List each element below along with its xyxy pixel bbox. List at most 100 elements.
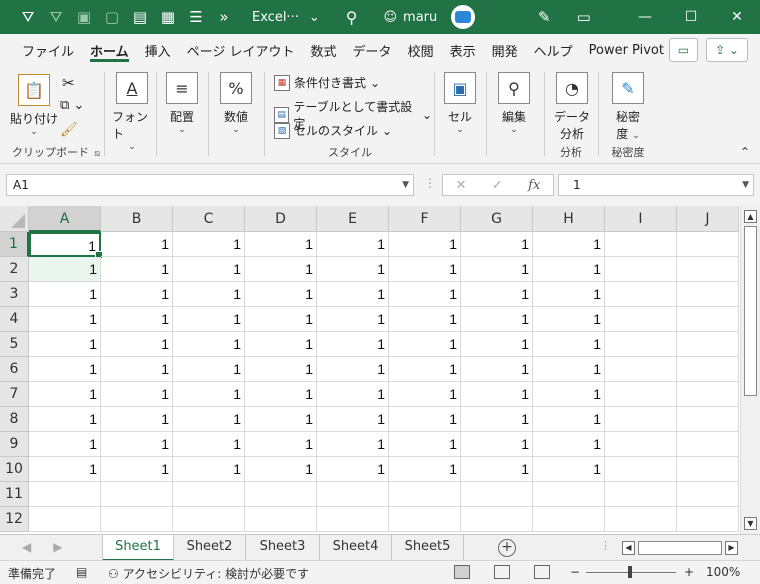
sheet-tab-1[interactable]: Sheet1	[102, 535, 174, 561]
cell-f3[interactable]: 1	[389, 282, 461, 307]
cell-e2[interactable]: 1	[317, 257, 389, 282]
select-all-button[interactable]	[0, 206, 29, 232]
cell-i9[interactable]	[605, 432, 677, 457]
dialog-launcher-icon[interactable]: ⧅	[94, 149, 100, 159]
cell-c8[interactable]: 1	[173, 407, 245, 432]
tab-insert[interactable]: 挿入	[137, 34, 179, 66]
row-header-7[interactable]: 7	[0, 382, 29, 407]
prev-sheet-icon[interactable]: ◀	[22, 540, 31, 554]
cell-f1[interactable]: 1	[389, 232, 461, 257]
cell-i1[interactable]	[605, 232, 677, 257]
scroll-down-icon[interactable]: ▼	[744, 517, 757, 530]
copy-icon[interactable]: ⧉ ⌄	[60, 98, 84, 113]
cancel-icon[interactable]: ✕	[456, 178, 467, 193]
row-header-8[interactable]: 8	[0, 407, 29, 432]
row-header-9[interactable]: 9	[0, 432, 29, 457]
format-painter-icon[interactable]: 🖌	[60, 122, 78, 138]
cell-f2[interactable]: 1	[389, 257, 461, 282]
cell-h4[interactable]: 1	[533, 307, 605, 332]
tab-view[interactable]: 表示	[442, 34, 484, 66]
tab-data[interactable]: データ	[345, 34, 400, 66]
cell-j10[interactable]	[677, 457, 739, 482]
cell-d6[interactable]: 1	[245, 357, 317, 382]
column-header-h[interactable]: H	[533, 206, 605, 232]
add-sheet-button[interactable]: +	[498, 539, 516, 557]
cell-d1[interactable]: 1	[245, 232, 317, 257]
font-button[interactable]: A フォント ⌄	[112, 72, 152, 152]
filter-icon[interactable]: ⛛	[14, 0, 42, 34]
cell-g9[interactable]: 1	[461, 432, 533, 457]
lock-icon[interactable]: ▣	[70, 0, 98, 34]
cut-icon[interactable]: ✂	[62, 74, 75, 92]
cell-g6[interactable]: 1	[461, 357, 533, 382]
cell-e3[interactable]: 1	[317, 282, 389, 307]
tab-review[interactable]: 校閲	[400, 34, 442, 66]
column-header-j[interactable]: J	[677, 206, 739, 232]
row-header-1[interactable]: 1	[0, 232, 29, 257]
cell-d3[interactable]: 1	[245, 282, 317, 307]
accessibility-status[interactable]: ⚇ アクセシビリティ: 検討が必要です	[108, 565, 309, 582]
cell-f12[interactable]	[389, 507, 461, 532]
cell-b6[interactable]: 1	[101, 357, 173, 382]
cell-a4[interactable]: 1	[29, 307, 101, 332]
cell-a11[interactable]	[29, 482, 101, 507]
next-sheet-icon[interactable]: ▶	[53, 540, 62, 554]
cell-h1[interactable]: 1	[533, 232, 605, 257]
column-header-c[interactable]: C	[173, 206, 245, 232]
cell-a10[interactable]: 1	[29, 457, 101, 482]
page-break-view-icon[interactable]	[534, 565, 550, 579]
cell-j4[interactable]	[677, 307, 739, 332]
pen-icon[interactable]: ✎	[538, 8, 551, 26]
minimize-button[interactable]: —	[622, 0, 668, 34]
row-header-2[interactable]: 2	[0, 257, 29, 282]
cell-j8[interactable]	[677, 407, 739, 432]
cell-b3[interactable]: 1	[101, 282, 173, 307]
ribbon-display-icon[interactable]: ▭	[577, 8, 591, 26]
scroll-thumb[interactable]	[744, 226, 757, 396]
cell-b7[interactable]: 1	[101, 382, 173, 407]
analyze-data-button[interactable]: ◔ データ 分析	[554, 72, 590, 142]
cell-d5[interactable]: 1	[245, 332, 317, 357]
cell-h6[interactable]: 1	[533, 357, 605, 382]
cell-i3[interactable]	[605, 282, 677, 307]
cell-h10[interactable]: 1	[533, 457, 605, 482]
more-icon[interactable]: »	[210, 0, 238, 34]
cell-b5[interactable]: 1	[101, 332, 173, 357]
cell-d8[interactable]: 1	[245, 407, 317, 432]
cell-e12[interactable]	[317, 507, 389, 532]
enter-icon[interactable]: ✓	[492, 178, 503, 193]
cell-j1[interactable]	[677, 232, 739, 257]
cell-h9[interactable]: 1	[533, 432, 605, 457]
cell-a1[interactable]: 1	[29, 232, 103, 259]
sheet-tab-4[interactable]: Sheet4	[320, 535, 392, 561]
zoom-slider-thumb[interactable]	[628, 566, 632, 578]
cell-c12[interactable]	[173, 507, 245, 532]
cell-h3[interactable]: 1	[533, 282, 605, 307]
horizontal-scrollbar[interactable]: ◀ ▶	[622, 541, 738, 556]
tab-file[interactable]: ファイル	[14, 34, 82, 66]
row-header-12[interactable]: 12	[0, 507, 29, 532]
cell-g12[interactable]	[461, 507, 533, 532]
cell-c4[interactable]: 1	[173, 307, 245, 332]
cell-d2[interactable]: 1	[245, 257, 317, 282]
cell-i6[interactable]	[605, 357, 677, 382]
cell-i12[interactable]	[605, 507, 677, 532]
cell-j5[interactable]	[677, 332, 739, 357]
conditional-format-button[interactable]: ▦ 条件付き書式 ⌄	[274, 74, 380, 91]
spreadsheet-grid[interactable]: ▲ ▼ ABCDEFGHIJ11111111121111111131111111…	[0, 206, 760, 534]
cell-b1[interactable]: 1	[101, 232, 173, 257]
cell-e5[interactable]: 1	[317, 332, 389, 357]
unlock-icon[interactable]: ▢	[98, 0, 126, 34]
column-header-b[interactable]: B	[101, 206, 173, 232]
cell-h7[interactable]: 1	[533, 382, 605, 407]
cell-j9[interactable]	[677, 432, 739, 457]
cell-e1[interactable]: 1	[317, 232, 389, 257]
cell-f10[interactable]: 1	[389, 457, 461, 482]
cells-button[interactable]: ▣ セル ⌄	[444, 72, 476, 135]
row-header-3[interactable]: 3	[0, 282, 29, 307]
cell-d9[interactable]: 1	[245, 432, 317, 457]
cell-a2[interactable]: 1	[29, 257, 101, 282]
cell-e6[interactable]: 1	[317, 357, 389, 382]
column-header-e[interactable]: E	[317, 206, 389, 232]
splitter-icon[interactable]: ⋮	[424, 176, 436, 190]
